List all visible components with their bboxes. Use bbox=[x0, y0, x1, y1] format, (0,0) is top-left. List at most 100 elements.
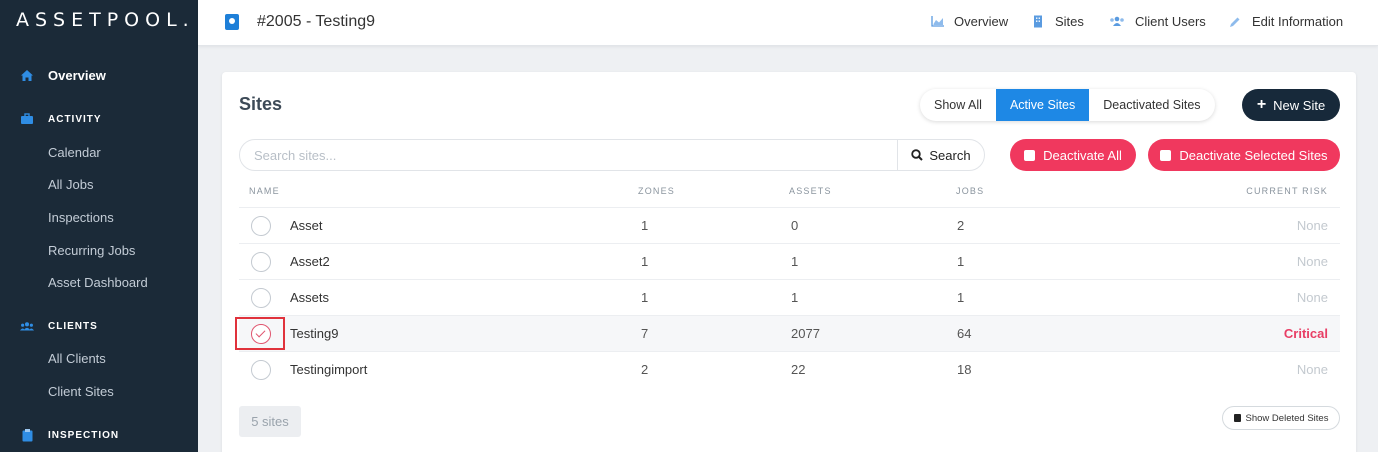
site-name[interactable]: Asset2 bbox=[290, 254, 330, 269]
zones-value: 1 bbox=[641, 254, 649, 269]
search-bar: Search bbox=[239, 139, 985, 171]
sidebar-item-recurring-jobs[interactable]: Recurring Jobs bbox=[0, 236, 198, 264]
site-filter-toggle: Show All Active Sites Deactivated Sites bbox=[920, 89, 1215, 121]
jobs-value: 1 bbox=[957, 254, 965, 269]
sidebar-item-all-jobs[interactable]: All Jobs bbox=[0, 170, 198, 198]
site-name[interactable]: Assets bbox=[290, 290, 329, 305]
section-header: INSPECTION bbox=[48, 429, 120, 441]
sidebar-item-label: Calendar bbox=[48, 144, 101, 160]
stop-icon bbox=[1160, 149, 1172, 161]
section-header: ACTIVITY bbox=[48, 113, 102, 125]
row-select-radio[interactable] bbox=[251, 288, 271, 308]
jobs-value: 64 bbox=[957, 326, 972, 341]
zones-value: 2 bbox=[641, 362, 649, 377]
column-header-jobs[interactable]: JOBS bbox=[956, 186, 984, 196]
sidebar-item-inspections[interactable]: Inspections bbox=[0, 203, 198, 231]
jobs-value: 2 bbox=[957, 218, 965, 233]
site-name[interactable]: Testingimport bbox=[290, 362, 367, 377]
risk-value: None bbox=[1296, 290, 1328, 305]
top-bar: #2005 - Testing9 Overview Sites Client U… bbox=[198, 0, 1378, 46]
top-link-overview[interactable]: Overview bbox=[930, 14, 1008, 29]
sidebar-section-inspection: INSPECTION bbox=[0, 421, 198, 449]
table-row[interactable]: Asset2 1 1 1 None bbox=[239, 243, 1340, 279]
assets-value: 1 bbox=[791, 254, 799, 269]
table-row[interactable]: Testing9 7 2077 64 Critical bbox=[235, 315, 1340, 351]
filter-show-all[interactable]: Show All bbox=[920, 89, 996, 121]
sidebar-item-asset-dashboard[interactable]: Asset Dashboard bbox=[0, 268, 198, 296]
row-select-radio[interactable] bbox=[251, 360, 271, 380]
row-select-radio-checked[interactable] bbox=[251, 324, 271, 344]
sidebar-item-label: Inspections bbox=[48, 209, 114, 225]
sidebar-item-label: Recurring Jobs bbox=[48, 242, 136, 258]
zones-value: 1 bbox=[641, 218, 649, 233]
sidebar-item-label: Asset Dashboard bbox=[48, 274, 148, 290]
column-header-current-risk[interactable]: CURRENT RISK bbox=[1246, 186, 1328, 196]
users-icon bbox=[20, 319, 34, 333]
site-name[interactable]: Asset bbox=[290, 218, 323, 233]
zones-value: 1 bbox=[641, 290, 649, 305]
top-link-sites[interactable]: Sites bbox=[1031, 14, 1084, 29]
plus-icon: + bbox=[1256, 96, 1267, 113]
deactivate-all-button[interactable]: Deactivate All bbox=[1010, 139, 1136, 171]
top-link-label: Edit Information bbox=[1252, 14, 1344, 29]
filter-active-sites[interactable]: Active Sites bbox=[995, 89, 1090, 121]
section-header: CLIENTS bbox=[48, 320, 98, 332]
show-deleted-label: Show Deleted Sites bbox=[1245, 412, 1329, 424]
table-row[interactable]: Asset 1 0 2 None bbox=[239, 207, 1340, 243]
filter-deactivated-sites[interactable]: Deactivated Sites bbox=[1089, 89, 1214, 121]
row-select-radio[interactable] bbox=[251, 252, 271, 272]
search-button[interactable]: Search bbox=[897, 140, 984, 170]
sidebar-item-label: Overview bbox=[48, 67, 106, 83]
deactivate-all-label: Deactivate All bbox=[1043, 147, 1122, 163]
deactivate-selected-button[interactable]: Deactivate Selected Sites bbox=[1148, 139, 1340, 171]
site-name[interactable]: Testing9 bbox=[290, 326, 338, 341]
users-icon bbox=[1109, 16, 1125, 28]
site-count-badge: 5 sites bbox=[239, 406, 301, 437]
sidebar-section-clients: CLIENTS bbox=[0, 312, 198, 340]
table-row[interactable]: Testingimport 2 22 18 None bbox=[239, 351, 1340, 387]
show-deleted-sites-button[interactable]: Show Deleted Sites bbox=[1222, 406, 1340, 430]
deactivate-selected-label: Deactivate Selected Sites bbox=[1179, 147, 1328, 163]
search-input[interactable] bbox=[254, 140, 894, 170]
jobs-value: 18 bbox=[957, 362, 972, 377]
sidebar-item-all-clients[interactable]: All Clients bbox=[0, 344, 198, 372]
column-header-name[interactable]: NAME bbox=[249, 186, 280, 196]
assets-value: 2077 bbox=[791, 326, 820, 341]
sidebar-item-label: Client Sites bbox=[48, 383, 114, 399]
chart-icon bbox=[930, 16, 944, 28]
sidebar-item-overview[interactable]: Overview bbox=[0, 61, 198, 89]
top-link-label: Client Users bbox=[1135, 14, 1206, 29]
top-link-edit-information[interactable]: Edit Information bbox=[1228, 14, 1343, 29]
top-link-client-users[interactable]: Client Users bbox=[1109, 14, 1206, 29]
contact-book-icon bbox=[225, 14, 239, 30]
assets-value: 22 bbox=[791, 362, 806, 377]
clipboard-icon bbox=[20, 428, 34, 442]
card-title: Sites bbox=[239, 94, 283, 114]
search-button-label: Search bbox=[929, 147, 971, 163]
new-site-button[interactable]: + New Site bbox=[1242, 89, 1340, 121]
risk-value: None bbox=[1296, 362, 1328, 377]
sidebar-section-activity: ACTIVITY bbox=[0, 105, 198, 133]
top-link-label: Sites bbox=[1055, 14, 1084, 29]
new-site-label: New Site bbox=[1273, 97, 1326, 113]
assets-value: 0 bbox=[791, 218, 799, 233]
row-select-radio[interactable] bbox=[251, 216, 271, 236]
search-icon bbox=[911, 149, 924, 161]
jobs-value: 1 bbox=[957, 290, 965, 305]
assets-value: 1 bbox=[791, 290, 799, 305]
column-header-assets[interactable]: ASSETS bbox=[789, 186, 832, 196]
risk-value: Critical bbox=[1283, 326, 1328, 341]
app-logo: ASSETPOOL. bbox=[16, 9, 195, 31]
column-header-zones[interactable]: ZONES bbox=[638, 186, 675, 196]
sidebar-item-calendar[interactable]: Calendar bbox=[0, 138, 198, 166]
building-icon bbox=[1031, 15, 1045, 28]
page-title: #2005 - Testing9 bbox=[257, 13, 376, 30]
risk-value: None bbox=[1296, 254, 1328, 269]
briefcase-icon bbox=[20, 112, 34, 126]
table-row[interactable]: Assets 1 1 1 None bbox=[239, 279, 1340, 315]
risk-value: None bbox=[1296, 218, 1328, 233]
trash-icon bbox=[1233, 414, 1241, 422]
home-icon bbox=[20, 68, 34, 82]
stop-icon bbox=[1024, 149, 1036, 161]
sidebar-item-client-sites[interactable]: Client Sites bbox=[0, 377, 198, 405]
